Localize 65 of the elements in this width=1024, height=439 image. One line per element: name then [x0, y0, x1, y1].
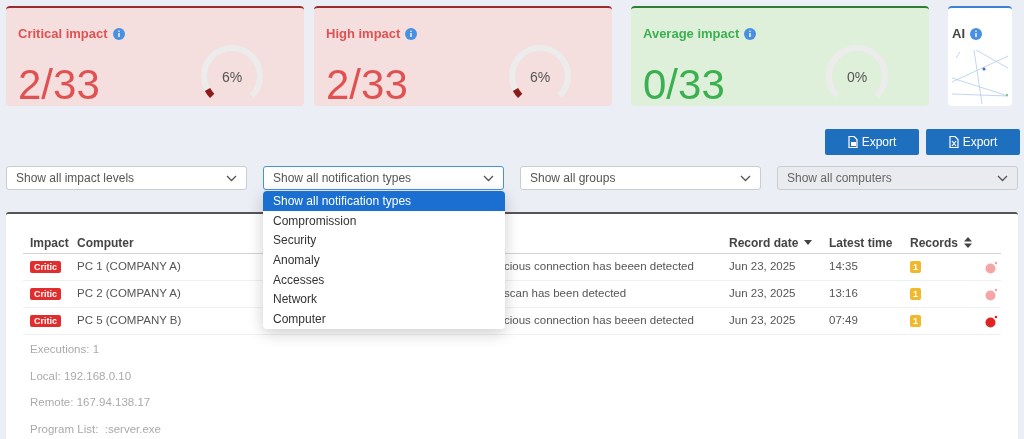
sort-icon[interactable]: [964, 237, 973, 248]
record-date: Jun 23, 2025: [729, 286, 797, 302]
info-icon[interactable]: [970, 27, 982, 40]
dropdown-option[interactable]: Network: [263, 289, 505, 310]
bomb-icon[interactable]: [985, 287, 998, 301]
filter-select[interactable]: Show all groups: [520, 166, 761, 190]
pdf-file-icon: [847, 136, 858, 148]
info-icon[interactable]: [112, 27, 125, 40]
detail-line: Executions: 1: [29, 342, 101, 357]
gauge-percent: 6%: [528, 67, 552, 87]
dropdown-option[interactable]: Security: [263, 230, 505, 251]
card-title: Critical impact: [18, 25, 108, 43]
bomb-icon[interactable]: [985, 260, 998, 274]
latest-time: 13:16: [829, 286, 859, 302]
chevron-down-icon: [226, 174, 237, 182]
sort-down-icon[interactable]: [804, 240, 813, 245]
dropdown-option[interactable]: Computer: [263, 309, 505, 329]
impact-count: 0/33: [643, 63, 725, 106]
records-count: 1: [910, 261, 921, 274]
impact-badge: Critic: [30, 315, 61, 328]
column-header: Latest time: [829, 234, 893, 252]
computer-name: PC 5 (COMPANY B): [77, 313, 183, 329]
records-count: 1: [910, 315, 921, 328]
notification-message: cious connection has beeen detected: [504, 259, 695, 275]
latest-time: 07:49: [829, 313, 859, 329]
computer-name: PC 1 (COMPANY A): [77, 259, 182, 275]
card-title: High impact: [326, 25, 401, 43]
export-button[interactable]: Export: [926, 129, 1020, 155]
detail-line: Program List: :server.exe: [29, 421, 163, 437]
column-header[interactable]: Records: [910, 233, 959, 252]
record-date: Jun 23, 2025: [729, 313, 797, 329]
card-title: AI: [952, 25, 965, 43]
impact-count: 2/33: [326, 63, 408, 106]
column-header[interactable]: Record date: [729, 233, 799, 252]
gauge-percent: 6%: [220, 67, 244, 87]
card-title: Average impact: [643, 25, 740, 43]
bomb-icon[interactable]: [985, 314, 998, 328]
filter-select[interactable]: Show all notification types: [263, 166, 504, 190]
notification-message: cious connection has beeen detected: [504, 313, 695, 329]
impact-badge: Critic: [30, 288, 61, 301]
notification-message: scan has been detected: [504, 286, 628, 302]
detail-line: Remote: 167.94.138.17: [29, 395, 152, 410]
export-button[interactable]: Export: [825, 129, 919, 155]
impact-badge: Critic: [30, 261, 61, 274]
detail-line: Local: 192.168.0.10: [29, 368, 133, 384]
dropdown-option[interactable]: Compromission: [263, 210, 505, 231]
gauge-percent: 0%: [845, 67, 869, 87]
chevron-down-icon: [997, 174, 1008, 182]
record-date: Jun 23, 2025: [729, 259, 797, 275]
latest-time: 14:35: [829, 259, 859, 275]
network-graph-drawing: [952, 47, 1008, 106]
chevron-down-icon: [740, 174, 751, 182]
excel-file-icon: [948, 136, 959, 148]
chevron-down-icon: [483, 174, 494, 182]
info-icon[interactable]: [405, 27, 418, 40]
filter-select[interactable]: Show all impact levels: [6, 166, 247, 190]
column-header: Computer: [77, 234, 134, 252]
dropdown-option[interactable]: Anomaly: [263, 250, 505, 270]
impact-count: 2/33: [18, 63, 100, 106]
column-header: Impact: [30, 234, 69, 252]
info-icon[interactable]: [744, 27, 757, 40]
records-count: 1: [910, 288, 921, 301]
dropdown-option[interactable]: Show all notification types: [263, 191, 505, 211]
dropdown-option[interactable]: Accesses: [263, 269, 505, 290]
computer-name: PC 2 (COMPANY A): [77, 286, 182, 302]
